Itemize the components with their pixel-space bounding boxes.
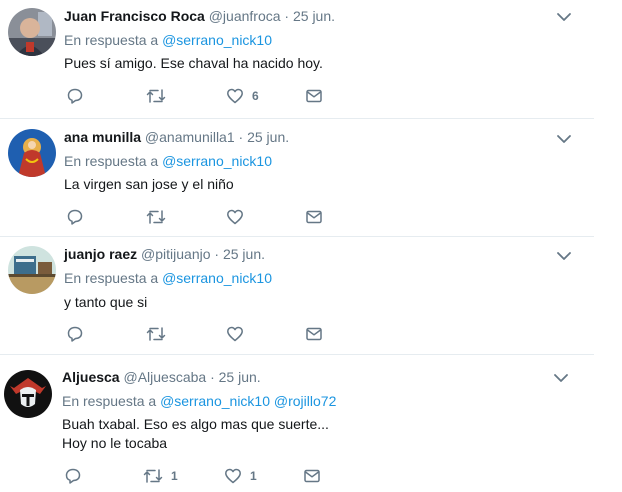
heart-icon [227, 326, 243, 342]
avatar-pitijuanjo[interactable] [8, 246, 56, 294]
reply-context: En respuesta a @serrano_nick10 [64, 152, 272, 170]
direct-message-button[interactable] [305, 87, 323, 105]
author-name[interactable]: ana munilla [64, 129, 141, 145]
heart-icon [227, 209, 243, 225]
tweet-date[interactable]: 25 jun. [293, 8, 335, 24]
envelope-icon [304, 469, 320, 483]
mention-link[interactable]: @rojillo72 [274, 393, 336, 409]
mention-link[interactable]: @serrano_nick10 [162, 153, 272, 169]
reply-icon [67, 88, 83, 104]
direct-message-button[interactable] [305, 325, 323, 343]
chevron-down-icon[interactable] [553, 373, 569, 383]
tweet-date[interactable]: 25 jun. [223, 246, 265, 262]
tweet-text-line: Pues sí amigo. Ese chaval ha nacido hoy. [64, 55, 323, 71]
envelope-icon [306, 210, 322, 224]
tweet-date[interactable]: 25 jun. [219, 369, 261, 385]
mention-link[interactable]: @serrano_nick10 [162, 32, 272, 48]
reply-button[interactable] [64, 467, 82, 485]
direct-message-button[interactable] [303, 467, 321, 485]
tweet-date[interactable]: 25 jun. [247, 129, 289, 145]
like-button[interactable]: 1 [224, 467, 257, 485]
like-count: 1 [250, 469, 257, 483]
author-handle[interactable]: @pitijuanjo [141, 246, 210, 262]
author-name[interactable]: Juan Francisco Roca [64, 8, 205, 24]
retweet-button[interactable] [146, 325, 174, 343]
chevron-down-icon[interactable] [556, 134, 572, 144]
heart-icon [227, 88, 243, 104]
tweet-text-line: y tanto que si [64, 294, 148, 310]
retweet-button[interactable] [146, 87, 174, 105]
reply-button[interactable] [66, 208, 84, 226]
retweet-icon [146, 89, 166, 103]
tweet-2[interactable]: ana munilla @anamunilla1 · 25 jun. En re… [0, 118, 594, 237]
tweet-text-line: La virgen san jose y el niño [64, 176, 234, 192]
retweet-icon [146, 327, 166, 341]
retweet-count: 1 [171, 469, 178, 483]
heart-icon [225, 468, 241, 484]
mention-link[interactable]: @serrano_nick10 [160, 393, 270, 409]
reply-prefix: En respuesta a [62, 393, 157, 409]
reply-icon [67, 326, 83, 342]
separator-dot: · [210, 369, 215, 385]
retweet-button[interactable] [146, 208, 174, 226]
like-button[interactable] [226, 208, 252, 226]
envelope-icon [306, 327, 322, 341]
retweet-icon [146, 210, 166, 224]
envelope-icon [306, 89, 322, 103]
avatar-aljuescaba[interactable] [4, 370, 52, 418]
tweet-text: Buah txabal. Eso es algo mas que suerte.… [62, 415, 329, 453]
tweet-3[interactable]: juanjo raez @pitijuanjo · 25 jun. En res… [0, 236, 594, 355]
tweet-1[interactable]: Juan Francisco Roca @juanfroca · 25 jun.… [0, 0, 594, 119]
tweet-4[interactable]: Aljuesca @Aljuescaba · 25 jun. En respue… [0, 354, 594, 492]
reply-context: En respuesta a @serrano_nick10 [64, 31, 272, 49]
author-name[interactable]: juanjo raez [64, 246, 137, 262]
tweet-text: y tanto que si [64, 293, 147, 312]
author-handle[interactable]: @anamunilla1 [145, 129, 235, 145]
reply-context: En respuesta a @serrano_nick10 @rojillo7… [62, 392, 336, 410]
like-count: 6 [252, 89, 259, 103]
reply-button[interactable] [66, 325, 84, 343]
reply-prefix: En respuesta a [64, 32, 159, 48]
reply-icon [65, 468, 81, 484]
avatar-juanfroca[interactable] [8, 8, 56, 56]
chevron-down-icon[interactable] [556, 12, 572, 22]
separator-dot: · [284, 8, 290, 24]
chevron-down-icon[interactable] [556, 251, 572, 261]
reply-icon [67, 209, 83, 225]
author-handle[interactable]: @Aljuescaba [123, 369, 206, 385]
tweet-text-line: Hoy no le tocaba [62, 435, 168, 451]
like-button[interactable]: 6 [226, 87, 259, 105]
reply-context: En respuesta a @serrano_nick10 [64, 269, 272, 287]
like-button[interactable] [226, 325, 252, 343]
separator-dot: · [214, 246, 220, 262]
tweet-text: La virgen san jose y el niño [64, 175, 234, 194]
tweet-text-line: Buah txabal. Eso es algo mas que suerte.… [62, 416, 329, 432]
author-handle[interactable]: @juanfroca [209, 8, 281, 24]
tweet-text: Pues sí amigo. Ese chaval ha nacido hoy. [64, 54, 323, 73]
reply-prefix: En respuesta a [64, 270, 159, 286]
reply-button[interactable] [66, 87, 84, 105]
mention-link[interactable]: @serrano_nick10 [162, 270, 272, 286]
retweet-icon [143, 469, 163, 483]
retweet-button[interactable]: 1 [143, 467, 178, 485]
direct-message-button[interactable] [305, 208, 323, 226]
separator-dot: · [238, 129, 244, 145]
avatar-anamunilla1[interactable] [8, 129, 56, 177]
reply-prefix: En respuesta a [64, 153, 159, 169]
author-name[interactable]: Aljuesca [62, 369, 120, 385]
